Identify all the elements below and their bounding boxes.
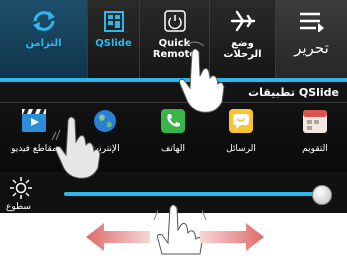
arrow-left-icon xyxy=(86,223,150,251)
power-icon xyxy=(164,10,186,32)
brightness-slider-track[interactable] xyxy=(64,192,320,196)
qslide-button[interactable]: QSlide xyxy=(88,0,140,78)
qslide-app-label: الهاتف xyxy=(161,144,185,154)
sync-label: التزامن xyxy=(25,38,62,49)
edit-label: تحرير xyxy=(294,39,329,57)
brightness-slider-thumb[interactable] xyxy=(312,185,332,205)
sync-toggle[interactable]: التزامن xyxy=(0,0,88,78)
sync-icon xyxy=(33,11,55,31)
brightness-icon xyxy=(10,177,32,199)
qslide-app-label: التقويم xyxy=(302,144,328,154)
airplane-icon xyxy=(230,10,256,32)
qslide-app-calendar[interactable]: التقويم xyxy=(283,108,347,154)
edit-button[interactable]: تحرير xyxy=(276,0,347,78)
qslide-app-label: الرسائل xyxy=(226,144,256,154)
qslide-icon xyxy=(104,11,124,32)
qslide-label: QSlide xyxy=(95,38,132,49)
qslide-apps-title: تطبيقات QSlide xyxy=(248,86,339,99)
brightness-label: سطوع xyxy=(6,202,31,212)
video-icon xyxy=(22,109,46,132)
swipe-direction-arrows xyxy=(86,223,264,251)
hand-gesture-icon xyxy=(51,116,101,179)
hand-gesture-icon xyxy=(179,41,225,113)
edit-settings-icon xyxy=(300,12,324,32)
calendar-icon xyxy=(303,110,327,133)
arrow-right-icon xyxy=(200,223,264,251)
